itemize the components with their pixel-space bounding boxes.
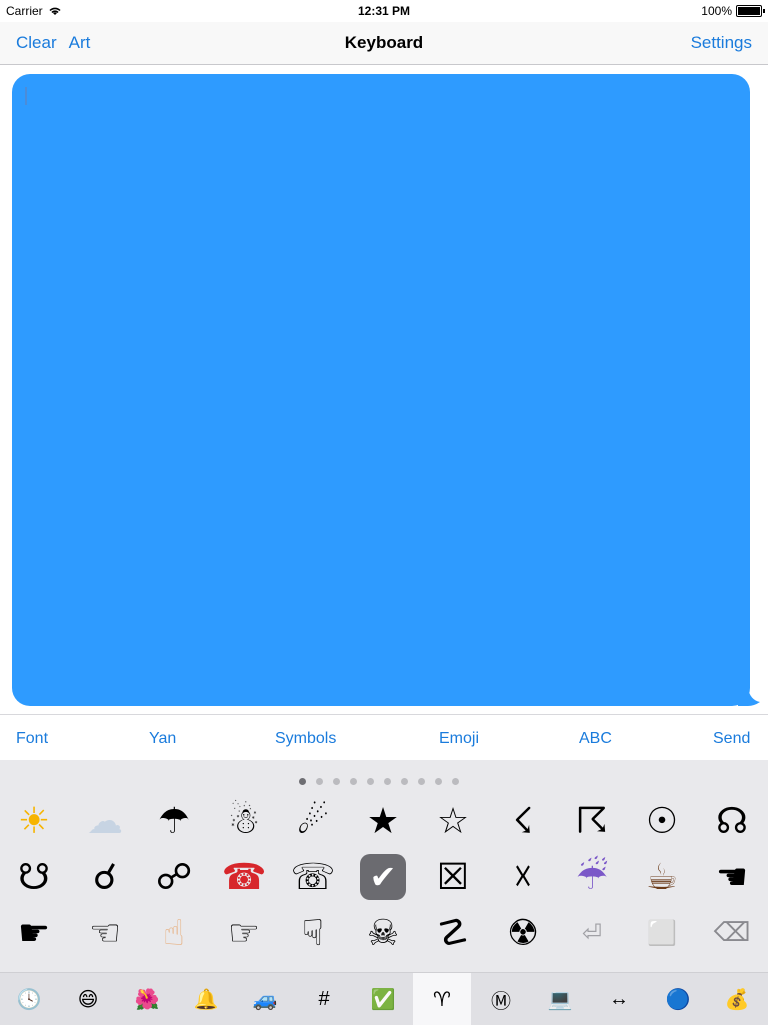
category-aries-icon[interactable]: ♈	[413, 973, 471, 1025]
clear-button[interactable]: Clear	[16, 33, 57, 53]
category-check-icon[interactable]: ✅	[354, 973, 412, 1025]
page-dot[interactable]	[418, 778, 425, 785]
page-dot[interactable]	[435, 778, 442, 785]
umbrella-key[interactable]: ☂	[146, 796, 202, 846]
cloud-key[interactable]: ☁	[77, 796, 133, 846]
white-telephone-key[interactable]: ☏	[285, 852, 341, 902]
check-mark-icon: ✔	[360, 854, 406, 900]
tab-symbols[interactable]: Symbols	[275, 730, 336, 748]
bubble-tail-icon	[738, 688, 760, 706]
battery-percent: 100%	[701, 4, 732, 18]
sun-key[interactable]: ☀	[6, 796, 62, 846]
opposition-key[interactable]: ☍	[146, 852, 202, 902]
status-bar: Carrier 12:31 PM 100%	[0, 0, 768, 22]
category-hash-icon[interactable]: #	[295, 973, 353, 1025]
tab-emoji[interactable]: Emoji	[439, 730, 479, 748]
comet-key[interactable]: ☄	[285, 796, 341, 846]
page-dot[interactable]	[299, 778, 306, 785]
caution-key[interactable]: ☡	[425, 908, 481, 958]
white-star-key[interactable]: ☆	[425, 796, 481, 846]
sun-symbol-key[interactable]: ☉	[634, 796, 690, 846]
skull-key[interactable]: ☠	[355, 908, 411, 958]
page-dot[interactable]	[350, 778, 357, 785]
text-cursor	[25, 87, 27, 105]
nav-right-buttons: Settings	[691, 33, 752, 53]
category-car-icon[interactable]: 🚙	[236, 973, 294, 1025]
black-left-hand-key[interactable]: ☚	[704, 852, 760, 902]
descending-node-key[interactable]: ☋	[6, 852, 62, 902]
rain-umbrella-key[interactable]: ☔	[564, 852, 620, 902]
check-box-key[interactable]: ✔	[355, 852, 411, 902]
keyboard-tab-bar: Font Yan Symbols Emoji ABC Send	[0, 714, 768, 761]
category-smiley-icon[interactable]: 😄	[59, 973, 117, 1025]
page-title: Keyboard	[344, 33, 424, 52]
page-dot[interactable]	[401, 778, 408, 785]
page-indicator	[299, 778, 459, 785]
hot-beverage-key[interactable]: ☕	[634, 852, 690, 902]
snowman-key[interactable]: ☃	[216, 796, 272, 846]
tab-send[interactable]: Send	[713, 730, 750, 748]
nav-left-buttons: Clear Art	[16, 33, 90, 53]
white-left-hand-key[interactable]: ☜	[77, 908, 133, 958]
navigation-bar: Clear Art Keyboard Settings	[0, 22, 768, 65]
lightning-key[interactable]: ☇	[495, 796, 551, 846]
tab-yan[interactable]: Yan	[149, 730, 176, 748]
category-computer-icon[interactable]: 💻	[531, 973, 589, 1025]
art-button[interactable]: Art	[69, 33, 91, 53]
ballot-x-key[interactable]: ☒	[425, 852, 481, 902]
backspace-key[interactable]: ⌫	[704, 908, 760, 958]
battery-indicator: 100%	[701, 4, 765, 18]
tab-font[interactable]: Font	[16, 730, 48, 748]
page-dot[interactable]	[384, 778, 391, 785]
thunderstorm-key[interactable]: ☈	[564, 796, 620, 846]
return-key[interactable]: ⏎	[564, 908, 620, 958]
category-bell-icon[interactable]: 🔔	[177, 973, 235, 1025]
saltire-key[interactable]: ☓	[495, 852, 551, 902]
battery-icon	[736, 5, 765, 17]
ascending-node-key[interactable]: ☊	[704, 796, 760, 846]
message-text-area[interactable]	[12, 74, 750, 706]
category-circle-icon[interactable]: 🔵	[649, 973, 707, 1025]
page-dot[interactable]	[316, 778, 323, 785]
pointing-down-key[interactable]: ☟	[285, 908, 341, 958]
page-dot[interactable]	[452, 778, 459, 785]
emoji-category-bar: 🕓 😄 🌺 🔔 🚙 # ✅ ♈ Ⓜ 💻 ↔ 🔵 💰	[0, 972, 768, 1025]
page-dot[interactable]	[333, 778, 340, 785]
settings-button[interactable]: Settings	[691, 33, 752, 52]
pointing-up-key[interactable]: ☝	[146, 908, 202, 958]
category-recent-icon[interactable]: 🕓	[0, 973, 58, 1025]
space-key[interactable]: ⬜	[634, 908, 690, 958]
black-star-key[interactable]: ★	[355, 796, 411, 846]
status-time: 12:31 PM	[357, 4, 411, 18]
conjunction-key[interactable]: ☌	[77, 852, 133, 902]
white-right-hand-key[interactable]: ☞	[216, 908, 272, 958]
category-money-icon[interactable]: 💰	[708, 973, 766, 1025]
black-right-hand-key[interactable]: ☛	[6, 908, 62, 958]
category-arrows-icon[interactable]: ↔	[590, 973, 648, 1025]
radioactive-key[interactable]: ☢	[495, 908, 551, 958]
page-dot[interactable]	[367, 778, 374, 785]
category-metro-icon[interactable]: Ⓜ	[472, 973, 530, 1025]
tab-abc[interactable]: ABC	[579, 730, 612, 748]
category-flower-icon[interactable]: 🌺	[118, 973, 176, 1025]
telephone-key[interactable]: ☎	[216, 852, 272, 902]
